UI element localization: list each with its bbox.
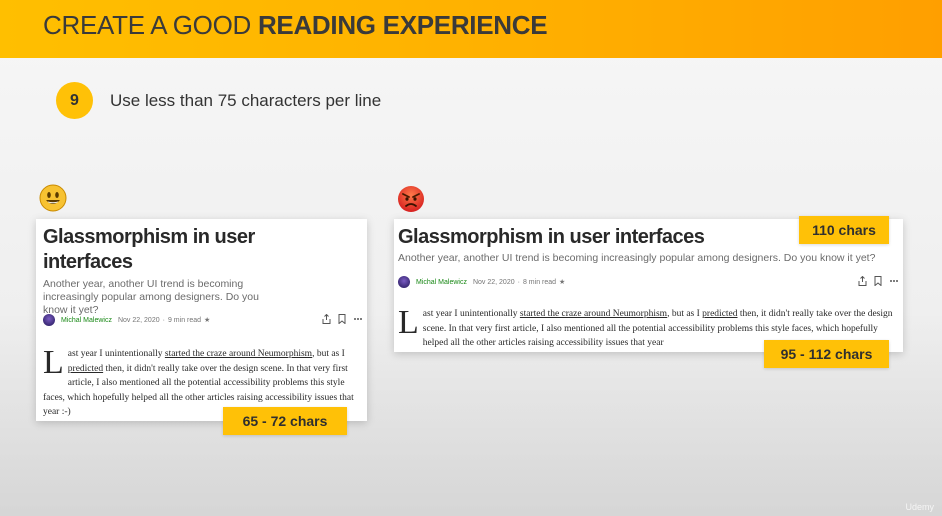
avatar[interactable]	[43, 314, 55, 326]
body-link-predicted[interactable]: predicted	[68, 364, 103, 374]
header-title-bold: READING EXPERIENCE	[257, 10, 548, 40]
tip-number-badge: 9	[56, 82, 93, 119]
angry-face-icon	[398, 186, 424, 212]
article-actions	[858, 276, 899, 286]
header-title-light: CREATE A GOOD	[43, 10, 251, 40]
article-subtitle: Another year, another UI trend is becomi…	[398, 252, 876, 264]
publish-date: Nov 22, 2020	[117, 316, 160, 324]
article-meta: Michal Malewicz Nov 22, 2020 · 8 min rea…	[398, 276, 568, 288]
article-meta: Michal Malewicz Nov 22, 2020 · 9 min rea…	[43, 314, 213, 326]
share-icon[interactable]	[322, 314, 331, 324]
more-icon[interactable]	[889, 276, 899, 286]
article-subtitle: Another year, another UI trend is becomi…	[43, 278, 259, 316]
body-text-1: ast year I unintentionally	[67, 349, 165, 359]
more-icon[interactable]	[353, 314, 363, 324]
header-bar: CREATE A GOOD READING EXPERIENCE	[0, 0, 942, 58]
meta-separator: ·	[162, 316, 165, 324]
drop-cap: L	[43, 344, 64, 381]
good-article-card: Glassmorphism in user interfaces Another…	[36, 219, 367, 421]
body-text-2: , but as I	[667, 309, 703, 319]
share-icon[interactable]	[858, 276, 867, 286]
meta-separator: ·	[517, 278, 520, 286]
read-time: 8 min read	[522, 278, 557, 286]
article-actions	[322, 314, 363, 324]
publish-date: Nov 22, 2020	[472, 278, 515, 286]
article-title: Glassmorphism in user interfaces	[43, 226, 255, 273]
body-link-predicted[interactable]: predicted	[702, 309, 737, 319]
member-star-icon: ★	[559, 279, 566, 286]
author-name[interactable]: Michal Malewicz	[61, 317, 112, 324]
avatar[interactable]	[398, 276, 410, 288]
read-time: 9 min read	[167, 316, 202, 324]
drop-cap: L	[398, 307, 419, 341]
chars-label-bad-title: 110 chars	[799, 216, 889, 244]
bookmark-icon[interactable]	[338, 314, 346, 324]
chars-label-good: 65 - 72 chars	[223, 407, 347, 435]
bookmark-icon[interactable]	[874, 276, 882, 286]
member-star-icon: ★	[204, 317, 211, 324]
header-title: CREATE A GOOD READING EXPERIENCE	[43, 10, 548, 41]
article-title: Glassmorphism in user interfaces	[398, 226, 705, 248]
body-link-neumorphism[interactable]: started the craze around Neumorphism	[520, 309, 667, 319]
body-text-2: , but as I	[312, 349, 345, 359]
author-name[interactable]: Michal Malewicz	[416, 279, 467, 286]
body-text-1: ast year I unintentionally	[422, 309, 520, 319]
smiling-face-icon	[39, 184, 67, 212]
chars-label-bad-body: 95 - 112 chars	[764, 340, 889, 368]
tip-text: Use less than 75 characters per line	[110, 91, 382, 110]
watermark-logo: Udemy	[905, 502, 934, 512]
body-link-neumorphism[interactable]: started the craze around Neumorphism	[165, 349, 312, 359]
